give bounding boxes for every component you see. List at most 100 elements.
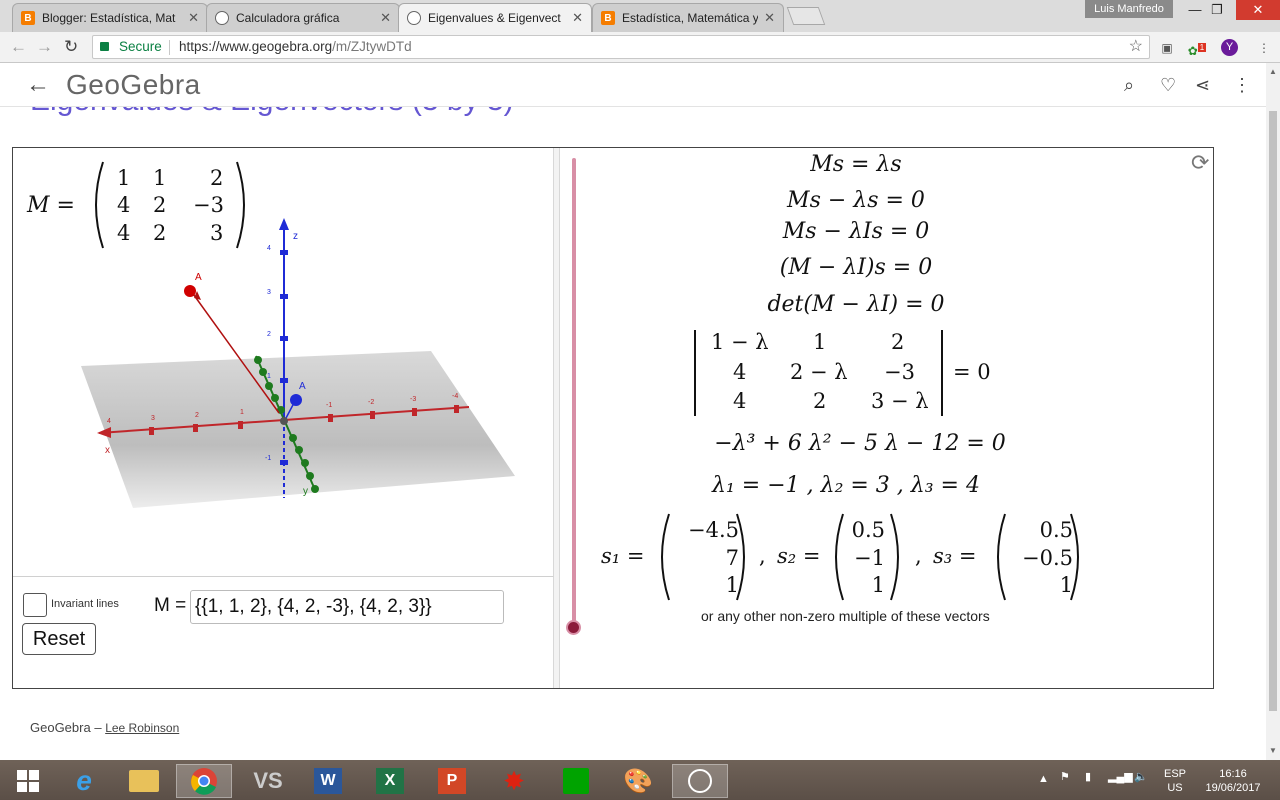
refresh-icon[interactable]: ⟳: [1191, 150, 1209, 176]
z-tick-label: -1: [265, 455, 272, 462]
tray-arrow-icon[interactable]: ▲: [1038, 772, 1049, 786]
clock-time: 16:16: [1219, 768, 1247, 780]
equation: (M − λI)s = 0: [779, 255, 933, 280]
flag-icon[interactable]: ⚑: [1060, 770, 1070, 784]
share-icon[interactable]: ⋖: [1195, 75, 1210, 96]
power-icon[interactable]: ▮: [1085, 770, 1091, 784]
invariant-lines-checkbox[interactable]: [23, 593, 47, 617]
word-icon[interactable]: W: [300, 764, 356, 798]
lock-icon: [100, 42, 109, 51]
equation: Ms − λs = 0: [787, 188, 925, 213]
mathematica-icon[interactable]: ✸: [486, 764, 542, 798]
volume-icon[interactable]: 🔈: [1134, 770, 1148, 784]
browser-tab[interactable]: B Blogger: Estadística, Mat ✕: [12, 3, 208, 32]
profile-name[interactable]: Luis Manfredo: [1085, 0, 1173, 18]
extension-icon[interactable]: ▣: [1157, 38, 1177, 58]
geogebra-logo[interactable]: GeoGebra: [66, 69, 201, 101]
url-host: https://www.geogebra.org: [179, 39, 333, 54]
reset-button[interactable]: Reset: [22, 623, 96, 655]
secure-label: Secure: [119, 39, 162, 54]
scroll-up-icon[interactable]: ▲: [1269, 67, 1277, 76]
browser-tab[interactable]: Calculadora gráfica ✕: [206, 3, 400, 32]
blogger-icon: B: [21, 11, 35, 25]
browser-tab-active[interactable]: Eigenvalues & Eigenvect ✕: [398, 3, 592, 32]
y-axis-label: y: [303, 486, 308, 497]
slider-handle[interactable]: [566, 620, 581, 635]
vector-label: s₁ =: [601, 544, 645, 568]
det-cell: 2: [891, 330, 905, 354]
new-tab-button[interactable]: [786, 7, 826, 25]
det-cell: 4: [733, 389, 747, 413]
z-axis-arrow-icon: [279, 218, 289, 230]
tab-close-icon[interactable]: ✕: [380, 10, 391, 26]
det-rhs: = 0: [953, 360, 991, 384]
extension-badge-icon[interactable]: ✿ 1: [1187, 38, 1207, 58]
equation: det(M − λI) = 0: [767, 292, 945, 317]
x-tick-label: 3: [151, 415, 155, 422]
divider: [169, 40, 170, 55]
profile-avatar[interactable]: Y: [1221, 39, 1238, 56]
file-explorer-icon[interactable]: [116, 764, 172, 798]
chrome-icon[interactable]: [176, 764, 232, 798]
vector-label: s₂ =: [777, 544, 821, 568]
graphics-3d-view[interactable]: M = 1 1 2 4 2 −3 4 2 3 z x y A A 4 3 2 1…: [13, 148, 554, 576]
forward-arrow-icon[interactable]: →: [36, 37, 53, 57]
origin-point: [280, 417, 288, 425]
geogebra-applet: M = 1 1 2 4 2 −3 4 2 3 z x y A A 4 3 2 1…: [12, 147, 1214, 689]
point-a[interactable]: [184, 285, 196, 297]
characteristic-equation: −λ³ + 6 λ² − 5 λ − 12 = 0: [714, 431, 1006, 456]
menu-dots-icon[interactable]: ⋮: [1254, 38, 1274, 58]
browser-tab[interactable]: B Estadística, Matemática y ✕: [592, 3, 784, 32]
equation: Ms − λIs = 0: [782, 219, 930, 244]
address-bar[interactable]: Secure https://www.geogebra.org/m/ZJtywD…: [92, 35, 1150, 59]
matrix-input[interactable]: {{1, 1, 2}, {4, 2, -3}, {4, 2, 3}}: [190, 590, 504, 624]
reload-icon[interactable]: ↻: [64, 37, 78, 57]
restore-icon[interactable]: ❐: [1200, 0, 1234, 20]
point-a-blue[interactable]: [290, 394, 302, 406]
url-path: /m/ZJtywDTd: [332, 39, 412, 54]
more-menu-icon[interactable]: ⋮: [1233, 75, 1251, 96]
tab-title: Blogger: Estadística, Mat: [42, 11, 176, 25]
powerpoint-icon[interactable]: P: [424, 764, 480, 798]
network-icon[interactable]: ▂▄▆: [1108, 770, 1133, 784]
clock[interactable]: 16:16 19/06/2017: [1198, 767, 1268, 795]
heart-icon[interactable]: ♡: [1160, 75, 1176, 96]
panel-divider[interactable]: [554, 148, 560, 688]
back-arrow-icon[interactable]: ←: [10, 37, 27, 57]
lang-top: ESP: [1163, 768, 1186, 780]
tab-close-icon[interactable]: ✕: [188, 10, 199, 26]
language-indicator[interactable]: ESP US: [1160, 767, 1190, 795]
geogebra-header: ← GeoGebra ⌕ ♡ ⋖ ⋮: [0, 63, 1266, 107]
x-tick-label: 2: [195, 412, 199, 419]
clock-date: 19/06/2017: [1205, 782, 1261, 794]
scroll-down-icon[interactable]: ▼: [1269, 746, 1277, 755]
geogebra-app-icon[interactable]: [672, 764, 728, 798]
geogebra-icon: [215, 11, 229, 25]
bookmark-star-icon[interactable]: ☆: [1129, 36, 1143, 58]
page-scrollbar[interactable]: ▲ ▼: [1266, 63, 1280, 760]
internet-explorer-icon[interactable]: e: [56, 764, 112, 798]
close-window-icon[interactable]: ✕: [1236, 0, 1280, 20]
windows-taskbar: e VS W X P ✸ 🎨 ▲ ⚑ ▮ ▂▄▆ 🔈 ESP US 16:16 …: [0, 760, 1280, 800]
search-icon[interactable]: ⌕: [1124, 75, 1134, 96]
vector-value: 0.5: [851, 518, 885, 542]
x-tick-label: 1: [240, 409, 244, 416]
tab-close-icon[interactable]: ✕: [572, 10, 583, 26]
tab-close-icon[interactable]: ✕: [764, 10, 775, 26]
vector-value: 1: [871, 573, 885, 597]
z-tick-label: 1: [267, 373, 271, 380]
tab-title: Estadística, Matemática y: [622, 11, 759, 25]
vector-value: −4.5: [688, 518, 739, 542]
vector-value: 1: [1059, 573, 1073, 597]
blogger-icon: B: [601, 11, 615, 25]
back-arrow-icon[interactable]: ←: [26, 71, 50, 99]
paint-icon[interactable]: 🎨: [610, 764, 666, 798]
start-button[interactable]: [0, 764, 56, 798]
excel-icon[interactable]: X: [362, 764, 418, 798]
store-icon[interactable]: [548, 764, 604, 798]
author-link[interactable]: Lee Robinson: [105, 721, 179, 735]
visual-studio-icon[interactable]: VS: [240, 764, 296, 798]
scrollbar-thumb[interactable]: [1269, 111, 1277, 711]
tab-title: Eigenvalues & Eigenvect: [428, 11, 561, 25]
text-panel: ⟳ Ms = λs Ms − λs = 0 Ms − λIs = 0 (M − …: [561, 148, 1213, 688]
